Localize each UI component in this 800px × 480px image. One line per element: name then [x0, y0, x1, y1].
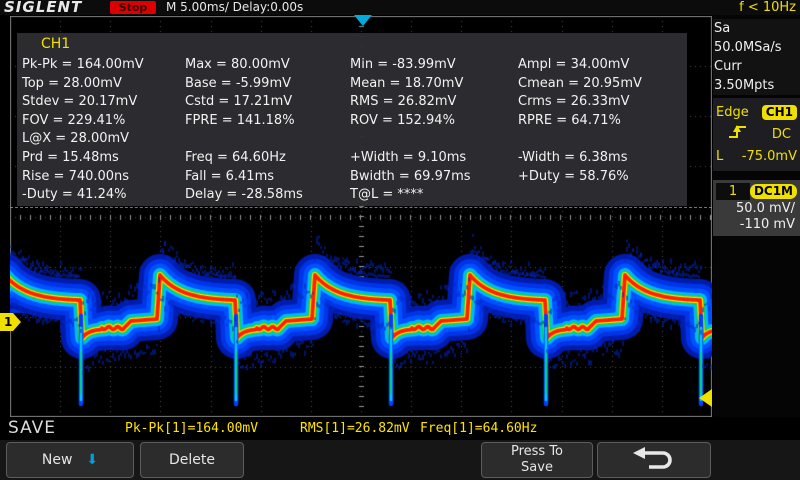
- readout-pkpk: Pk-Pk[1]=164.00mV: [125, 421, 259, 436]
- meas-value: Freq = 64.60Hz: [185, 149, 286, 165]
- measure-gate-line: [10, 207, 712, 208]
- trigger-level-value: -75.0mV: [741, 148, 797, 164]
- down-arrow-icon: ⬇: [86, 452, 99, 468]
- oscilloscope-screen: SIGLENT Stop M 5.00ms/ Delay:0.00s f < 1…: [0, 0, 800, 480]
- meas-value: [518, 186, 687, 205]
- meas-value: Rise = 740.00ns: [22, 168, 130, 184]
- meas-value: +Duty = 58.76%: [518, 168, 629, 184]
- meas-value: Fall = 6.41ms: [185, 168, 275, 184]
- menu-title: SAVE: [8, 418, 57, 438]
- meas-value: +Width = 9.10ms: [350, 149, 467, 165]
- run-state-badge[interactable]: Stop: [110, 1, 156, 14]
- siglent-logo: SIGLENT: [4, 0, 83, 16]
- memory-depth: Curr 3.50Mpts: [714, 59, 775, 93]
- meas-value: RPRE = 64.71%: [518, 112, 621, 128]
- meas-value: Base = -5.99mV: [185, 75, 292, 91]
- meas-value: [185, 130, 350, 149]
- channel1-info-box[interactable]: 1 DC1M 50.0 mV/ -110 mV: [713, 180, 800, 236]
- meas-value: FPRE = 141.18%: [185, 112, 295, 128]
- press-to-save-button[interactable]: Press To Save: [481, 442, 593, 478]
- meas-value: Top = 28.00mV: [22, 75, 122, 91]
- meas-value: [518, 130, 687, 149]
- meas-value: Prd = 15.48ms: [22, 149, 119, 165]
- readout-freq: Freq[1]=64.60Hz: [420, 421, 538, 436]
- meas-value: -Width = 6.38ms: [518, 149, 628, 165]
- channel-number: 1: [716, 183, 750, 200]
- acquisition-info: Sa 50.0MSa/s Curr 3.50Mpts: [713, 19, 800, 95]
- softkey-menu-bar: New ⬇ Delete Press To Save: [0, 440, 800, 480]
- meas-value: RMS = 26.82mV: [350, 94, 457, 110]
- meas-value: [350, 130, 518, 149]
- trigger-position-marker-icon[interactable]: [354, 15, 372, 26]
- meas-value: Mean = 18.70mV: [350, 75, 464, 91]
- side-panel: Sa 50.0MSa/s Curr 3.50Mpts Edge CH1 DC L…: [713, 15, 800, 417]
- delete-button-label: Delete: [169, 452, 215, 468]
- meas-value: Bwidth = 69.97ms: [350, 168, 471, 184]
- meas-value: Cmean = 20.95mV: [518, 75, 642, 91]
- trigger-level-marker-icon[interactable]: [699, 389, 712, 407]
- meas-value: -Duty = 41.24%: [22, 187, 127, 203]
- measurement-grid: Pk-Pk = 164.00mV Max = 80.00mV Min = -83…: [17, 56, 687, 205]
- return-arrow-icon: [631, 445, 677, 475]
- new-button[interactable]: New ⬇: [6, 442, 134, 478]
- timebase-readout[interactable]: M 5.00ms/ Delay:0.00s: [166, 0, 303, 15]
- top-bar: SIGLENT Stop M 5.00ms/ Delay:0.00s f < 1…: [0, 0, 800, 16]
- channel-scale: 50.0 mV/: [735, 201, 795, 216]
- readout-rms: RMS[1]=26.82mV: [300, 421, 410, 436]
- meas-value: ROV = 152.94%: [350, 112, 455, 128]
- meas-value: Pk-Pk = 164.00mV: [22, 57, 144, 72]
- measurement-panel: CH1 Pk-Pk = 164.00mV Max = 80.00mV Min =…: [17, 33, 687, 206]
- channel-coupling-badge: DC1M: [749, 184, 797, 199]
- press-to-save-label: Press To Save: [510, 444, 564, 475]
- status-row: SAVE Pk-Pk[1]=164.00mV RMS[1]=26.82mV Fr…: [0, 417, 800, 440]
- meas-value: Cstd = 17.21mV: [185, 94, 293, 110]
- channel-offset: -110 mV: [739, 217, 795, 232]
- frequency-counter: f < 10Hz: [739, 0, 796, 15]
- back-button[interactable]: [597, 442, 711, 478]
- measurement-channel-label: CH1: [41, 36, 71, 52]
- meas-value: Crms = 26.33mV: [518, 94, 630, 110]
- trigger-mode: Edge: [716, 104, 749, 120]
- new-button-label: New: [41, 452, 73, 468]
- meas-value: Min = -83.99mV: [350, 57, 456, 72]
- meas-value: Delay = -28.58ms: [185, 187, 303, 203]
- trigger-source-badge: CH1: [761, 104, 797, 120]
- sample-rate: Sa 50.0MSa/s: [714, 21, 782, 55]
- trigger-level-label: L: [716, 148, 724, 164]
- trigger-info-box[interactable]: Edge CH1 DC L -75.0mV: [713, 98, 800, 171]
- meas-value: T@L = ****: [350, 187, 424, 203]
- meas-value: L@X = 28.00mV: [22, 131, 130, 147]
- trigger-coupling: DC: [771, 126, 791, 142]
- meas-value: FOV = 229.41%: [22, 112, 126, 128]
- meas-value: Max = 80.00mV: [185, 57, 290, 72]
- rising-edge-icon: [728, 124, 748, 144]
- meas-value: Ampl = 34.00mV: [518, 57, 630, 72]
- delete-button[interactable]: Delete: [140, 442, 244, 478]
- meas-value: Stdev = 20.17mV: [22, 94, 138, 110]
